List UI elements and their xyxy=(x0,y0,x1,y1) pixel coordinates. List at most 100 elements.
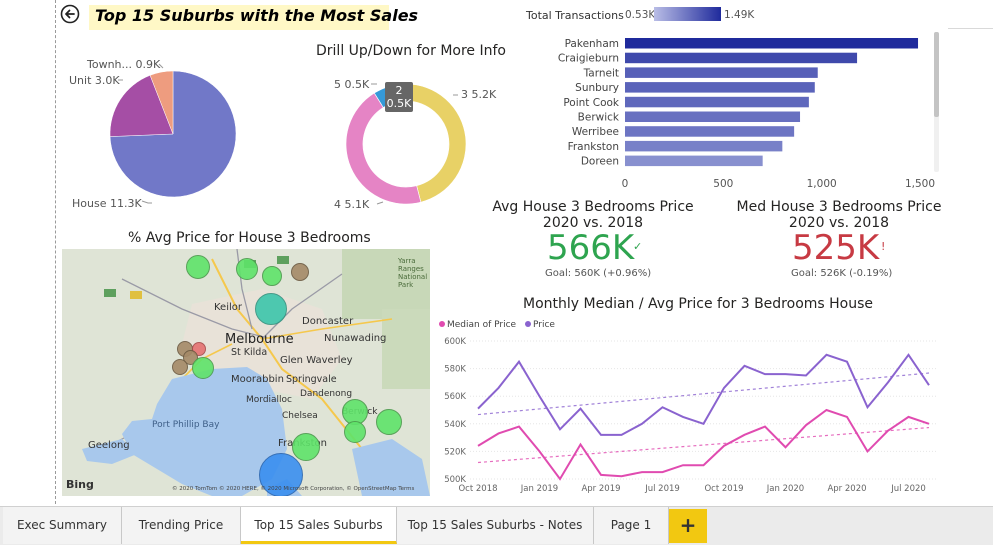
bar-label: Doreen xyxy=(581,156,619,168)
kpi-avg-goal: Goal: 560K (+0.96%) xyxy=(545,268,652,279)
bar-craigieburn xyxy=(625,52,858,64)
price-bubble-map[interactable]: Keilor Melbourne Doncaster Nunawading St… xyxy=(62,249,430,496)
bar-x-tick: 500 xyxy=(713,178,733,190)
bar-label: Tarneit xyxy=(583,67,619,79)
bar-x-tick: 1,000 xyxy=(807,178,837,190)
map-bubble[interactable] xyxy=(262,266,282,286)
back-arrow-icon[interactable] xyxy=(60,4,80,24)
x-tick: Apr 2019 xyxy=(581,484,620,494)
bar-frankston xyxy=(625,140,783,152)
bar-point-cook xyxy=(625,96,809,108)
map-label-dandenong: Dandenong xyxy=(300,389,353,399)
pie-label-unit: Unit 3.0K xyxy=(69,74,120,87)
trend-line xyxy=(477,426,930,464)
legend-median-label: Median of Price xyxy=(447,320,517,330)
kpi-avg-title-line1: Avg House 3 Bedrooms Price xyxy=(492,199,694,215)
map-bubble[interactable] xyxy=(376,409,402,435)
kpi-avg-value: 566K xyxy=(547,228,635,268)
bing-logo: Bing xyxy=(66,478,94,491)
map-label-springvale: Springvale xyxy=(286,374,337,385)
tab-exec-summary[interactable]: Exec Summary xyxy=(3,507,122,544)
map-label-mordialloc: Mordialloc xyxy=(246,395,292,405)
bar-legend-title: Total Transactions xyxy=(526,9,624,22)
bar-label: Berwick xyxy=(578,112,620,124)
map-bubble[interactable] xyxy=(344,421,366,443)
add-page-button[interactable]: + xyxy=(669,509,707,543)
bedrooms-donut-chart[interactable]: 20.5K 3 5.2K 4 5.1K 5 0.5K xyxy=(325,62,505,222)
map-label-stkilda: St Kilda xyxy=(231,347,268,358)
donut-label-3: 3 5.2K xyxy=(461,88,497,101)
legend-price-marker xyxy=(524,321,531,327)
y-tick: 560K xyxy=(444,392,466,402)
kpi-med-value: 525K xyxy=(792,228,880,268)
map-canvas xyxy=(62,249,430,496)
bar-sunbury xyxy=(625,82,815,93)
donut-slice xyxy=(405,83,467,203)
tab-trending-price[interactable]: Trending Price xyxy=(122,507,241,544)
legend-price-label: Price xyxy=(532,320,555,330)
property-type-pie-chart[interactable]: House 11.3K Unit 3.0K Townh... 0.9K xyxy=(60,40,300,220)
bar-scrollbar-thumb xyxy=(934,32,939,117)
kpi-avg-check-icon: ✓ xyxy=(633,240,643,253)
map-label-geelong: Geelong xyxy=(88,440,130,451)
pie-label-townhouse: Townh... 0.9K xyxy=(86,58,161,71)
series-line xyxy=(477,353,930,436)
y-tick: 540K xyxy=(444,420,466,430)
kpi-med-warning-icon: ! xyxy=(881,240,886,253)
x-tick: Oct 2018 xyxy=(458,484,497,494)
donut-tooltip-line2: 0.5K xyxy=(387,97,412,110)
map-label-doncaster: Doncaster xyxy=(302,316,354,327)
bar-label: Sunbury xyxy=(575,82,619,94)
tab-top-15-sales-suburbs-notes[interactable]: Top 15 Sales Suburbs - Notes xyxy=(397,507,594,544)
suburb-transactions-bar-chart[interactable]: Pakenham Craigieburn Tarneit Sunbury Point C… xyxy=(520,30,945,195)
pie-leader xyxy=(141,200,152,204)
bar-legend-gradient xyxy=(654,7,721,21)
legend-median-marker xyxy=(439,321,445,327)
bar-label: Werribee xyxy=(572,126,619,138)
bar-x-tick: 1,500 xyxy=(905,178,935,190)
map-bubble[interactable] xyxy=(236,258,258,280)
donut-label-5: 5 0.5K xyxy=(334,78,370,91)
x-tick: Jan 2019 xyxy=(520,484,558,494)
bar-label: Frankston xyxy=(568,141,619,153)
bar-label: Craigieburn xyxy=(558,53,619,65)
filters-pane-edge xyxy=(948,0,993,504)
map-bubble[interactable] xyxy=(292,433,320,461)
map-bubble[interactable] xyxy=(255,293,287,325)
map-label-glenwaverley: Glen Waverley xyxy=(280,355,353,366)
tab-top-15-sales-suburbs[interactable]: Top 15 Sales Suburbs xyxy=(241,507,397,544)
x-tick: Jan 2020 xyxy=(766,484,804,494)
y-tick: 600K xyxy=(444,337,466,347)
map-label-chelsea: Chelsea xyxy=(282,411,318,421)
y-tick: 520K xyxy=(444,447,466,457)
map-title: % Avg Price for House 3 Bedrooms xyxy=(128,230,371,246)
bar-legend-max: 1.49K xyxy=(724,9,755,21)
map-bubble[interactable] xyxy=(291,263,309,281)
pie-label-house: House 11.3K xyxy=(72,197,142,210)
bar-label: Pakenham xyxy=(565,38,619,50)
map-label-nunawading: Nunawading xyxy=(324,333,387,344)
bar-tarneit xyxy=(625,67,818,78)
line-chart-title: Monthly Median / Avg Price for 3 Bedroom… xyxy=(523,296,874,312)
page-tab-bar: Exec Summary Trending Price Top 15 Sales… xyxy=(0,506,993,545)
map-bubble[interactable] xyxy=(186,255,210,279)
map-label-portphillip: Port Phillip Bay xyxy=(152,420,220,430)
tab-page-1[interactable]: Page 1 xyxy=(594,507,669,544)
x-tick: Oct 2019 xyxy=(704,484,743,494)
map-label-melbourne: Melbourne xyxy=(225,332,294,347)
kpi-med-goal: Goal: 526K (-0.19%) xyxy=(791,268,893,279)
map-bubble[interactable] xyxy=(172,359,188,375)
monthly-price-line-chart[interactable]: 500K520K540K560K580K600KOct 2018 Jan 2019… xyxy=(430,330,945,498)
map-label-moorabbin: Moorabbin xyxy=(231,374,284,385)
map-attribution: © 2020 TomTom © 2020 HERE, © 2020 Micros… xyxy=(172,486,415,492)
x-tick: Jul 2020 xyxy=(890,484,926,494)
bar-label: Point Cook xyxy=(563,97,620,109)
donut-title: Drill Up/Down for More Info xyxy=(316,43,506,59)
bar-berwick xyxy=(625,111,801,122)
map-bubble[interactable] xyxy=(192,357,214,379)
map-label-keilor: Keilor xyxy=(214,302,242,313)
bar-werribee xyxy=(625,126,795,137)
x-tick: Apr 2020 xyxy=(827,484,866,494)
bar-x-tick: 0 xyxy=(622,178,629,190)
page-title: Top 15 Suburbs with the Most Sales xyxy=(95,6,419,25)
